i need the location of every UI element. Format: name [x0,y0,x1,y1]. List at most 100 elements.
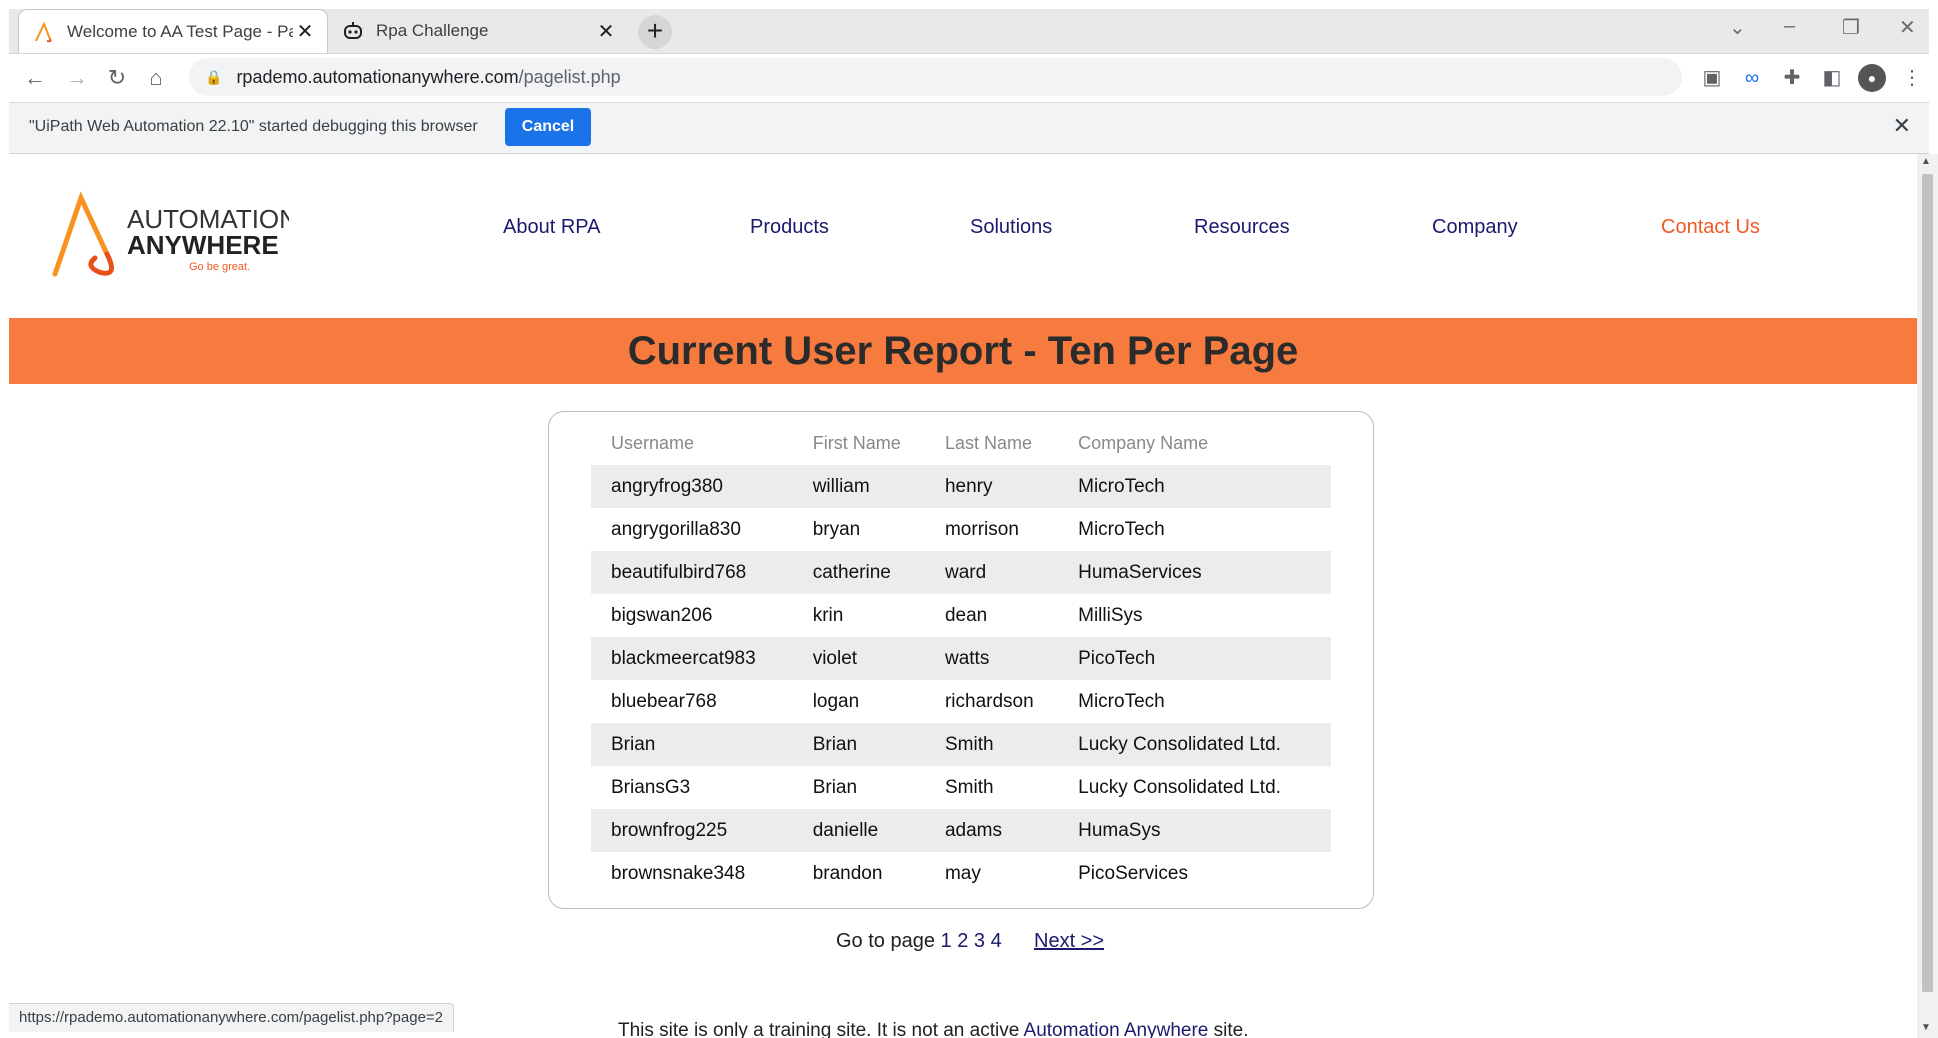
back-arrow-icon[interactable]: ← [19,62,51,94]
side-panel-icon[interactable]: ◧ [1818,64,1846,92]
cell-last-name: ward [924,551,1059,594]
forward-arrow-icon[interactable]: → [61,62,93,94]
lock-icon[interactable]: 🔒 [205,69,222,86]
minimize-icon[interactable]: – [1784,15,1795,38]
tab-strip: Welcome to AA Test Page - Page ✕ Rpa Cha… [9,9,1929,54]
cell-username: brownsnake348 [611,862,746,884]
address-bar[interactable]: 🔒 rpademo.automationanywhere.com /pageli… [189,58,1682,96]
nav-solutions[interactable]: Solutions [970,216,1052,239]
table-row: BriansG3 Brian Smith Lucky Consolidated … [591,766,1331,809]
footer-aa-link[interactable]: Automation Anywhere [1024,1020,1209,1038]
nav-company[interactable]: Company [1432,216,1518,239]
extension-icon[interactable]: ▣ [1698,64,1726,92]
extensions-puzzle-icon[interactable]: ✚ [1778,64,1806,92]
new-tab-button[interactable]: + [638,15,672,49]
cell-first-name: danielle [792,809,925,852]
window-close-icon[interactable]: ✕ [1899,15,1916,40]
vertical-scrollbar[interactable]: ▲ ▼ [1917,154,1938,1038]
reload-icon[interactable]: ↻ [101,62,133,94]
page-title-banner: Current User Report - Ten Per Page [9,318,1917,384]
cell-username: blackmeercat983 [591,637,793,680]
header-username: Username [611,433,695,453]
cell-company: PicoServices [1078,862,1188,884]
cell-username: Brian [591,723,793,766]
table-row: brownsnake348 brandon may PicoServices [591,852,1331,895]
table-row: blackmeercat983 violet watts PicoTech [591,637,1331,680]
table-row: bigswan206 krin dean MilliSys [591,594,1331,637]
cell-last-name: watts [924,637,1059,680]
user-table: Username First Name Last Name Company Na… [591,422,1331,895]
tab-label: Welcome to AA Test Page - Page [67,21,293,41]
footer-suffix: site. [1213,1020,1249,1038]
table-row: angrygorilla830 bryan morrison MicroTech [591,508,1331,551]
cell-username: bluebear768 [611,690,717,712]
browser-chrome: Welcome to AA Test Page - Page ✕ Rpa Cha… [0,0,1938,54]
cell-company: MilliSys [1078,604,1143,626]
scroll-up-arrow-icon[interactable]: ▲ [1921,156,1931,167]
cell-last-name: Smith [924,723,1059,766]
next-page-link[interactable]: Next >> [1034,930,1104,953]
cell-last-name: morrison [944,518,1019,540]
logo-tagline: Go be great. [189,261,250,273]
cell-username: BriansG3 [611,776,691,798]
table-row: angryfrog380 william henry MicroTech [591,465,1331,508]
automation-anywhere-logo[interactable]: AUTOMATION ANYWHERE Go be great. [49,188,289,278]
url-path: /pagelist.php [518,66,621,87]
table-header-row: Username First Name Last Name Company Na… [591,422,1331,465]
nav-about-rpa[interactable]: About RPA [503,216,600,239]
tab-search-chevron-icon[interactable]: ⌄ [1729,15,1746,40]
pager-label: Go to page [836,930,935,952]
table-row: brownfrog225 danielle adams HumaSys [591,809,1331,852]
page-link-1[interactable]: 1 [941,930,952,952]
page-link-4[interactable]: 4 [991,930,1002,952]
cell-company: PicoTech [1058,637,1331,680]
profile-avatar[interactable]: ● [1858,64,1886,92]
tab-rpa-challenge[interactable]: Rpa Challenge ✕ [328,9,628,53]
cancel-button[interactable]: Cancel [505,108,591,146]
cell-first-name: william [792,465,925,508]
scroll-down-arrow-icon[interactable]: ▼ [1921,1022,1931,1033]
infobar-message: "UiPath Web Automation 22.10" started de… [29,118,478,135]
table-row: bluebear768 logan richardson MicroTech [591,680,1331,723]
restore-icon[interactable]: ❐ [1842,15,1860,40]
cell-username: beautifulbird768 [591,551,793,594]
nav-products[interactable]: Products [750,216,829,239]
footer-text: This site is only a training site. It is… [618,1020,1020,1038]
table-row: beautifulbird768 catherine ward HumaServ… [591,551,1331,594]
close-tab-icon[interactable]: ✕ [293,19,317,44]
cell-first-name: logan [812,690,860,712]
nav-contact-us[interactable]: Contact Us [1661,216,1760,239]
menu-kebab-icon[interactable]: ⋮ [1898,64,1926,92]
cell-company: Lucky Consolidated Ltd. [1078,776,1281,798]
header-last-name: Last Name [944,433,1033,453]
page-link-3[interactable]: 3 [974,930,985,952]
cell-username: brownfrog225 [591,809,793,852]
scrollbar-thumb[interactable] [1922,174,1933,992]
browser-toolbar: ← → ↻ ⌂ 🔒 rpademo.automationanywhere.com… [9,54,1929,103]
cell-first-name: Brian [792,723,925,766]
status-bar-url: https://rpademo.automationanywhere.com/p… [9,1003,455,1032]
close-tab-icon[interactable]: ✕ [594,19,618,44]
tab-aa-test-page[interactable]: Welcome to AA Test Page - Page ✕ [18,9,328,53]
cell-company: Lucky Consolidated Ltd. [1058,723,1331,766]
close-infobar-icon[interactable]: ✕ [1893,113,1911,139]
cell-company: HumaSys [1058,809,1331,852]
cell-last-name: richardson [944,690,1034,712]
logo-line2: ANYWHERE [127,230,279,260]
debugging-infobar: "UiPath Web Automation 22.10" started de… [9,103,1929,154]
uipath-extension-icon[interactable]: ∞ [1738,64,1766,92]
cell-last-name: henry [924,465,1059,508]
cell-company: HumaServices [1058,551,1331,594]
cell-last-name: may [944,862,981,884]
cell-first-name: Brian [812,776,858,798]
table-row: Brian Brian Smith Lucky Consolidated Ltd… [591,723,1331,766]
cell-first-name: krin [812,604,844,626]
page-link-2[interactable]: 2 [957,930,968,952]
web-page: AUTOMATION ANYWHERE Go be great. About R… [9,154,1917,1038]
cell-company: MicroTech [1058,465,1331,508]
home-icon[interactable]: ⌂ [140,62,172,94]
cell-company: MicroTech [1078,518,1165,540]
cell-company: MicroTech [1078,690,1165,712]
cell-username: angrygorilla830 [611,518,741,540]
nav-resources[interactable]: Resources [1194,216,1290,239]
